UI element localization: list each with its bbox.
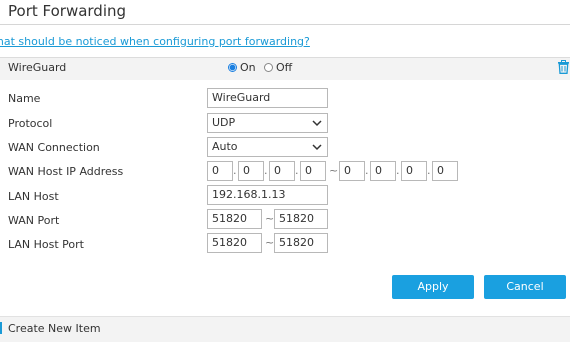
name-input[interactable]: WireGuard — [207, 88, 328, 108]
protocol-value: UDP — [212, 116, 236, 129]
wan-ip-start-octet-3[interactable]: 0 — [269, 161, 295, 181]
wan-ip-end-octet-3[interactable]: 0 — [401, 161, 427, 181]
wan-port-start-input[interactable]: 51820 — [207, 209, 262, 229]
wan-connection-value: Auto — [212, 140, 238, 153]
page-title: Port Forwarding — [8, 2, 127, 20]
protocol-select[interactable]: UDP — [207, 113, 328, 133]
cancel-button[interactable]: Cancel — [484, 275, 566, 299]
apply-button[interactable]: Apply — [392, 275, 474, 299]
port-range-separator: ~ — [265, 236, 275, 249]
protocol-label: Protocol — [8, 117, 53, 130]
wan-connection-label: WAN Connection — [8, 141, 100, 154]
rule-name: WireGuard — [8, 61, 67, 74]
ip-dot: . — [365, 164, 369, 177]
wan-ip-start-octet-1[interactable]: 0 — [207, 161, 233, 181]
ip-dot: . — [427, 164, 431, 177]
wan-port-end-input[interactable]: 51820 — [274, 209, 328, 229]
ip-dot: . — [396, 164, 400, 177]
wan-ip-end-octet-1[interactable]: 0 — [339, 161, 365, 181]
wan-ip-start-octet-2[interactable]: 0 — [238, 161, 264, 181]
wan-host-ip-label: WAN Host IP Address — [8, 165, 124, 178]
create-new-marker — [0, 322, 2, 334]
ip-range-separator: ~ — [329, 164, 339, 177]
ip-dot: . — [295, 164, 299, 177]
wan-connection-select[interactable]: Auto — [207, 137, 328, 157]
wan-port-label: WAN Port — [8, 214, 60, 227]
wan-ip-end-octet-4[interactable]: 0 — [432, 161, 458, 181]
lan-host-label: LAN Host — [8, 190, 59, 203]
help-link[interactable]: What should be noticed when configuring … — [0, 35, 310, 48]
lan-host-input[interactable]: 192.168.1.13 — [207, 185, 328, 205]
chevron-down-icon — [312, 120, 322, 127]
off-radio-label[interactable]: Off — [276, 61, 292, 74]
wan-ip-start-octet-4[interactable]: 0 — [300, 161, 326, 181]
create-new-item-button[interactable]: Create New Item — [8, 322, 101, 335]
lan-host-port-end-input[interactable]: 51820 — [274, 233, 328, 253]
on-radio[interactable] — [228, 63, 237, 72]
ip-dot: . — [233, 164, 237, 177]
lan-host-port-label: LAN Host Port — [8, 238, 84, 251]
lan-host-port-start-input[interactable]: 51820 — [207, 233, 262, 253]
title-divider — [0, 24, 570, 25]
trash-icon[interactable] — [557, 60, 570, 74]
name-label: Name — [8, 92, 41, 105]
port-range-separator: ~ — [265, 212, 275, 225]
wan-ip-end-octet-2[interactable]: 0 — [370, 161, 396, 181]
on-radio-label[interactable]: On — [240, 61, 256, 74]
ip-dot: . — [264, 164, 268, 177]
chevron-down-icon — [312, 144, 322, 151]
off-radio[interactable] — [264, 63, 273, 72]
